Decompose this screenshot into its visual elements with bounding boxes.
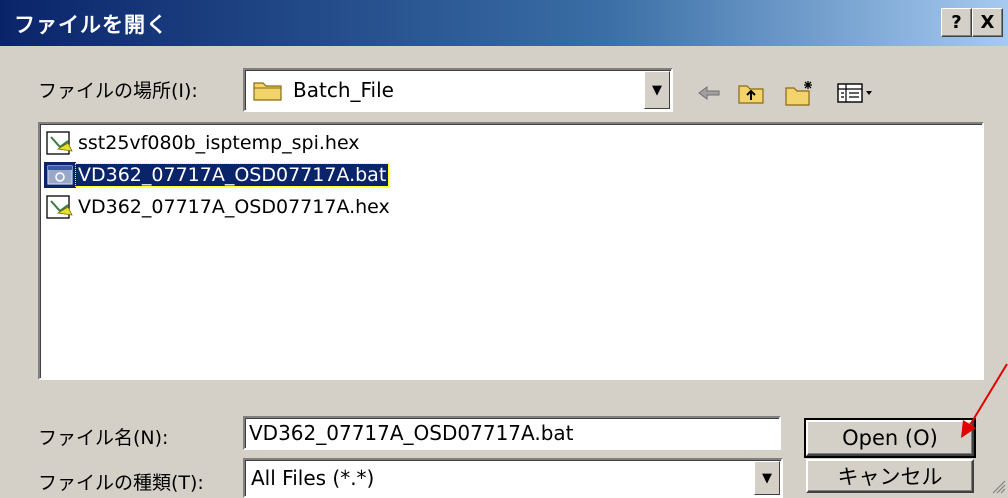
file-list-item[interactable]: sst25vf080b_isptemp_spi.hex (44, 130, 362, 156)
look-in-dropdown[interactable]: Batch_File ▼ (243, 68, 673, 112)
help-button[interactable]: ? (941, 8, 972, 37)
help-icon: ? (951, 12, 962, 33)
title-bar[interactable]: ファイルを開く ? X (0, 0, 1008, 46)
hex-file-icon (44, 194, 76, 220)
new-folder-icon (785, 80, 815, 110)
look-in-label: ファイルの場所(I): (38, 80, 198, 102)
filename-value: VD362_07717A_OSD07717A.bat (249, 421, 574, 445)
look-in-value: Batch_File (293, 78, 394, 102)
filetype-value: All Files (*.*) (251, 466, 375, 490)
look-in-dropdown-button[interactable]: ▼ (644, 71, 670, 109)
filetype-dropdown[interactable]: All Files (*.*) ▼ (243, 458, 783, 498)
window-title: ファイルを開く (14, 13, 168, 37)
filetype-label: ファイルの種類(T): (38, 472, 204, 494)
close-button[interactable]: X (972, 8, 1003, 37)
batch-file-icon (44, 162, 76, 188)
filename-label: ファイル名(N): (38, 427, 169, 449)
cancel-button-label: キャンセル (837, 465, 943, 489)
chevron-down-icon: ▼ (652, 82, 662, 98)
file-list[interactable]: sst25vf080b_isptemp_spi.hex VD362_07717A… (38, 122, 984, 380)
open-button-label: Open (O) (842, 426, 938, 450)
up-one-level-button[interactable] (736, 80, 766, 110)
cancel-button[interactable]: キャンセル (806, 459, 974, 493)
filetype-dropdown-button[interactable]: ▼ (754, 461, 780, 495)
file-list-item[interactable]: VD362_07717A_OSD07717A.hex (44, 194, 392, 220)
folder-up-icon (738, 82, 764, 108)
folder-icon (253, 79, 283, 105)
file-name: VD362_07717A_OSD07717A.bat (74, 163, 390, 187)
chevron-down-icon: ▼ (762, 470, 772, 486)
file-name: sst25vf080b_isptemp_spi.hex (78, 132, 360, 154)
new-folder-button[interactable] (784, 80, 816, 110)
view-menu-button[interactable] (836, 80, 878, 110)
close-icon: X (980, 12, 995, 33)
file-name: VD362_07717A_OSD07717A.hex (78, 196, 390, 218)
back-button[interactable] (694, 80, 724, 110)
view-list-icon (837, 82, 877, 108)
resize-grip-icon[interactable] (990, 478, 1006, 494)
filename-input[interactable]: VD362_07717A_OSD07717A.bat (243, 416, 781, 450)
file-list-item-selected[interactable]: VD362_07717A_OSD07717A.bat (44, 162, 390, 188)
annotation-arrow-icon (961, 363, 1008, 438)
hex-file-icon (44, 130, 76, 156)
back-arrow-icon (697, 85, 721, 105)
